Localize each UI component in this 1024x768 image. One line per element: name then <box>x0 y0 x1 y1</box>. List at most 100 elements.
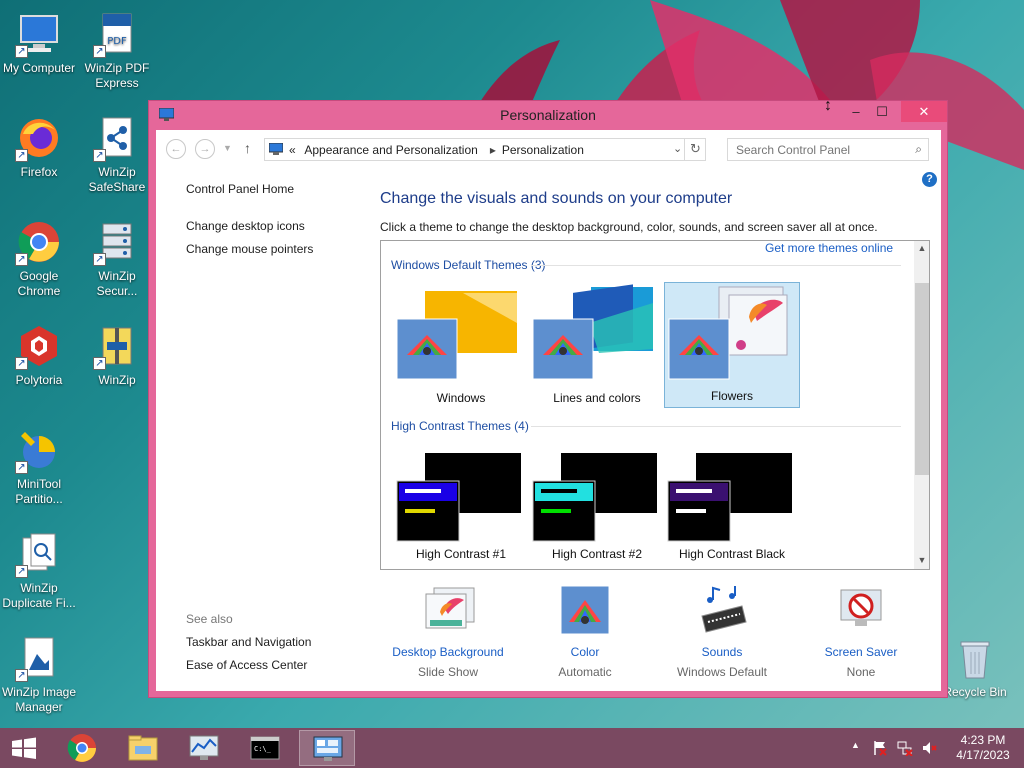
help-icon[interactable]: ? <box>922 172 937 187</box>
clock-time: 4:23 PM <box>960 733 1006 747</box>
window-client-area: ← → ▼ ↑ « Appearance and Personalization… <box>156 130 941 691</box>
action-center-flag-icon[interactable] <box>872 740 888 756</box>
breadcrumb-personalization[interactable]: Personalization <box>502 143 584 157</box>
desktop-icon-minitool[interactable]: ↗ MiniTool Partitio... <box>0 426 78 507</box>
maximize-button[interactable]: ☐ <box>869 101 895 122</box>
theme-label: High Contrast #1 <box>415 547 507 561</box>
volume-muted-icon[interactable] <box>921 740 937 756</box>
taskbar-file-explorer-button[interactable] <box>115 730 171 766</box>
high-contrast-2-preview <box>532 453 657 542</box>
taskbar-control-panel-button[interactable] <box>299 730 355 766</box>
recycle-bin-icon <box>960 641 990 679</box>
theme-label: High Contrast #2 <box>551 547 643 561</box>
search-input[interactable] <box>736 142 906 158</box>
color-setting[interactable]: Color Automatic <box>525 585 645 679</box>
shortcut-arrow-icon: ↗ <box>93 357 106 370</box>
control-panel-icon <box>269 143 283 155</box>
theme-windows[interactable]: Windows <box>393 283 529 409</box>
desktop-icon-label: WinZip Secur... <box>96 269 138 298</box>
desktop-icon-chrome[interactable]: ↗ Google Chrome <box>0 218 78 299</box>
breadcrumb-overflow[interactable]: « <box>289 143 296 157</box>
desktop-icon-winzip[interactable]: ↗ WinZip <box>78 322 156 388</box>
desktop-icon-winzip-safeshare[interactable]: ↗ WinZip SafeShare <box>78 114 156 195</box>
desktop-background-label[interactable]: Desktop Background <box>388 645 508 659</box>
theme-high-contrast-2[interactable]: High Contrast #2 <box>529 449 665 565</box>
theme-high-contrast-1[interactable]: High Contrast #1 <box>393 449 529 565</box>
see-also-label: See also <box>186 612 233 626</box>
address-bar[interactable]: « Appearance and Personalization ▸ Persona… <box>264 138 706 161</box>
sounds-label[interactable]: Sounds <box>662 645 782 659</box>
desktop-icon-label: Google Chrome <box>17 269 61 298</box>
shortcut-arrow-icon: ↗ <box>93 149 106 162</box>
taskbar: C:\_ ▲ 4:23 PM 4/17/2023 <box>0 728 1024 768</box>
recent-locations-dropdown-icon[interactable]: ▼ <box>223 143 232 153</box>
desktop-icon-label: Polytoria <box>15 373 63 387</box>
back-button[interactable]: ← <box>166 139 186 159</box>
color-value: Automatic <box>558 665 612 679</box>
system-clock[interactable]: 4:23 PM 4/17/2023 <box>948 733 1018 763</box>
minimize-button[interactable]: – <box>843 101 869 122</box>
desktop-icon-winzip-duplicate[interactable]: ↗ WinZip Duplicate Fi... <box>0 530 78 611</box>
desktop-icon-winzip-image-manager[interactable]: ↗ WinZip Image Manager <box>0 634 78 715</box>
desktop-icon-label: Recycle Bin <box>943 685 1007 699</box>
search-icon[interactable]: ⌕ <box>915 142 922 157</box>
desktop-icon-polytoria[interactable]: ↗ Polytoria <box>0 322 78 388</box>
theme-flowers[interactable]: Flowers <box>664 282 800 408</box>
desktop-background-icon <box>425 587 475 629</box>
desktop-icon-my-computer[interactable]: ↗ My Computer <box>0 10 78 76</box>
chevron-down-icon[interactable]: ⌄ <box>673 142 682 155</box>
close-button[interactable]: ✕ <box>901 101 947 122</box>
network-icon[interactable] <box>897 740 913 756</box>
desktop-icon-winzip-pdf[interactable]: PDF ↗ WinZip PDF Express <box>78 10 156 91</box>
up-button[interactable]: ↑ <box>244 140 251 156</box>
theme-label: Flowers <box>710 389 753 403</box>
scrollbar-thumb[interactable] <box>915 283 929 475</box>
color-label[interactable]: Color <box>525 645 645 659</box>
theme-list[interactable]: Get more themes online Windows Default T… <box>380 240 930 570</box>
scroll-up-icon[interactable]: ▲ <box>914 243 929 253</box>
sounds-setting[interactable]: Sounds Windows Default <box>662 586 782 679</box>
change-desktop-icons-link[interactable]: Change desktop icons <box>186 219 305 233</box>
get-more-themes-link[interactable]: Get more themes online <box>765 241 893 255</box>
breadcrumb-appearance[interactable]: Appearance and Personalization <box>304 143 477 157</box>
theme-list-scrollbar[interactable]: ▲ ▼ <box>914 241 929 569</box>
color-icon <box>560 585 610 635</box>
personalization-window: Personalization – ☐ ✕ ← → ▼ ↑ « Appearan… <box>148 100 948 698</box>
monitor-chart-icon <box>189 735 219 760</box>
taskbar-navigation-link[interactable]: Taskbar and Navigation <box>186 635 311 649</box>
desktop-background-setting[interactable]: Desktop Background Slide Show <box>388 586 508 679</box>
ease-of-access-link[interactable]: Ease of Access Center <box>186 658 307 672</box>
screen-saver-label[interactable]: Screen Saver <box>801 645 921 659</box>
sounds-value: Windows Default <box>676 665 768 679</box>
forward-button[interactable]: → <box>195 139 215 159</box>
tray-overflow-button[interactable]: ▲ <box>851 740 860 750</box>
shortcut-arrow-icon: ↗ <box>15 253 28 266</box>
svg-text:C:\_: C:\_ <box>254 745 272 753</box>
control-panel-home-link[interactable]: Control Panel Home <box>186 182 294 196</box>
page-title: Change the visuals and sounds on your co… <box>380 190 733 207</box>
breadcrumb: « Appearance and Personalization ▸ Persona… <box>289 143 590 157</box>
theme-lines-and-colors[interactable]: Lines and colors <box>529 283 665 409</box>
search-box[interactable]: ⌕ <box>727 138 929 161</box>
chrome-icon <box>67 734 96 762</box>
clock-date: 4/17/2023 <box>956 748 1010 762</box>
taskbar-command-prompt-button[interactable]: C:\_ <box>237 730 293 766</box>
shortcut-arrow-icon: ↗ <box>15 357 28 370</box>
group-header-default: Windows Default Themes (3) <box>391 258 546 272</box>
refresh-button[interactable]: ↻ <box>684 138 706 161</box>
scroll-down-icon[interactable]: ▼ <box>914 555 929 565</box>
theme-high-contrast-black[interactable]: High Contrast Black <box>664 449 800 565</box>
desktop-icon-winzip-secure[interactable]: ↗ WinZip Secur... <box>78 218 156 299</box>
taskbar-performance-monitor-button[interactable] <box>176 730 232 766</box>
taskbar-chrome-button[interactable] <box>54 730 110 766</box>
desktop-icon-label: WinZip Image Manager <box>1 685 77 714</box>
desktop-icon-label: WinZip PDF Express <box>84 61 150 90</box>
control-panel-icon <box>313 736 343 761</box>
start-button[interactable] <box>0 728 50 768</box>
shortcut-arrow-icon: ↗ <box>15 461 28 474</box>
change-mouse-pointers-link[interactable]: Change mouse pointers <box>186 242 313 256</box>
desktop-icon-firefox[interactable]: ↗ Firefox <box>0 114 78 180</box>
screen-saver-setting[interactable]: Screen Saver None <box>801 586 921 679</box>
breadcrumb-separator-icon[interactable]: ▸ <box>490 143 496 157</box>
sounds-icon <box>701 586 747 633</box>
